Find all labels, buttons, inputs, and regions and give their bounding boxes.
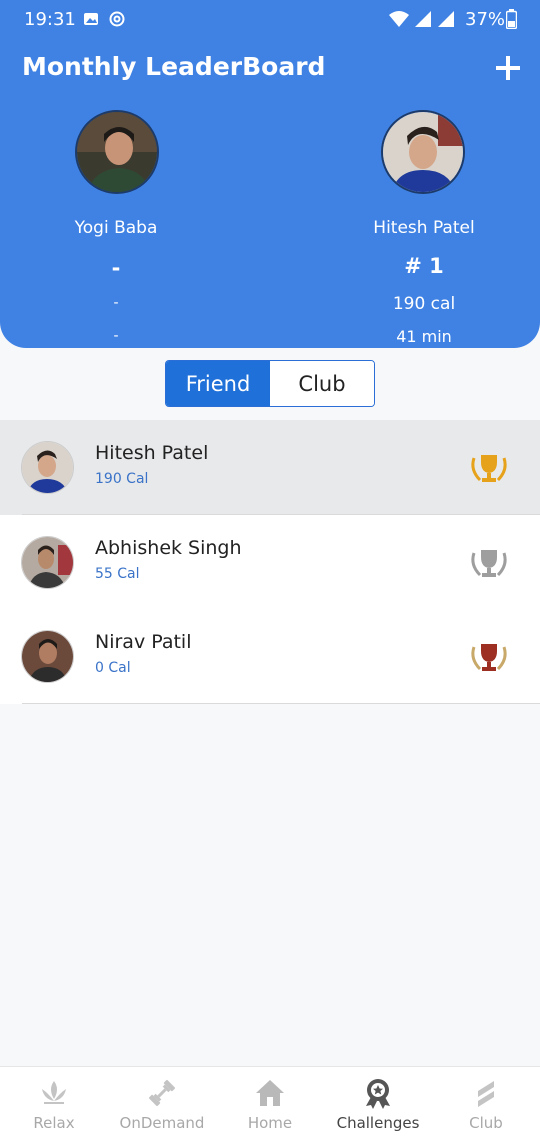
avatar: [21, 536, 74, 589]
medal-icon: [366, 1079, 390, 1109]
dumbbell-icon: [148, 1079, 176, 1107]
nav-ondemand[interactable]: OnDemand: [108, 1067, 216, 1140]
leaderboard-header: 19:31 37% Monthly LeaderBoard Yogi Baba …: [0, 0, 540, 348]
divider: [22, 703, 540, 704]
left-user-cal: -: [113, 295, 119, 311]
lotus-icon: [42, 1081, 66, 1104]
bottom-nav: Relax OnDemand Home Challenges Club: [0, 1066, 540, 1140]
right-user-min: 41 min: [396, 327, 452, 346]
battery-percent: 37%: [465, 9, 506, 30]
avatar: [21, 441, 74, 494]
nav-label: Relax: [33, 1114, 75, 1132]
right-user-cal: 190 cal: [392, 294, 456, 314]
right-user-rank: # 1: [404, 254, 444, 278]
silver-trophy-icon: [471, 550, 507, 577]
left-user-rank: -: [111, 256, 121, 280]
nav-label: Club: [469, 1114, 503, 1132]
avatar[interactable]: [381, 110, 465, 194]
list-item[interactable]: Abhishek Singh 55 Cal: [0, 515, 540, 610]
image-icon: [84, 13, 98, 25]
nav-club[interactable]: Club: [432, 1067, 540, 1140]
nav-relax[interactable]: Relax: [0, 1067, 108, 1140]
list-item-name: Abhishek Singh: [95, 537, 242, 559]
home-icon: [256, 1080, 284, 1106]
nav-label: Home: [247, 1114, 293, 1132]
nav-challenges[interactable]: Challenges: [324, 1067, 432, 1140]
avatar[interactable]: [75, 110, 159, 194]
tab-friend[interactable]: Friend: [166, 361, 270, 406]
nav-home[interactable]: Home: [216, 1067, 324, 1140]
bronze-trophy-icon: [471, 644, 507, 671]
signal-icon: [438, 11, 454, 27]
status-time: 19:31: [24, 9, 76, 30]
page-title: Monthly LeaderBoard: [22, 52, 326, 81]
status-bar: 19:31 37%: [0, 0, 540, 40]
signal-icon: [415, 11, 431, 27]
add-icon[interactable]: [494, 54, 522, 82]
list-item[interactable]: Hitesh Patel 190 Cal: [0, 420, 540, 515]
list-item[interactable]: Nirav Patil 0 Cal: [0, 609, 540, 704]
battery-icon: [506, 9, 517, 29]
wifi-icon: [389, 11, 409, 27]
list-item-name: Hitesh Patel: [95, 442, 209, 464]
list-item-cal: 190 Cal: [95, 471, 149, 487]
avatar: [21, 630, 74, 683]
nav-label: OnDemand: [119, 1114, 205, 1132]
list-item-name: Nirav Patil: [95, 631, 192, 653]
club-icon: [478, 1081, 494, 1107]
list-item-cal: 0 Cal: [95, 660, 131, 676]
nav-label: Challenges: [336, 1114, 420, 1132]
right-user-name: Hitesh Patel: [373, 218, 475, 238]
left-user-min: -: [113, 328, 119, 344]
left-user-name: Yogi Baba: [74, 218, 158, 238]
tab-club[interactable]: Club: [270, 361, 374, 406]
gold-trophy-icon: [471, 455, 507, 482]
list-item-cal: 55 Cal: [95, 566, 140, 582]
sync-icon: [109, 11, 125, 27]
friend-club-toggle: Friend Club: [165, 360, 375, 407]
